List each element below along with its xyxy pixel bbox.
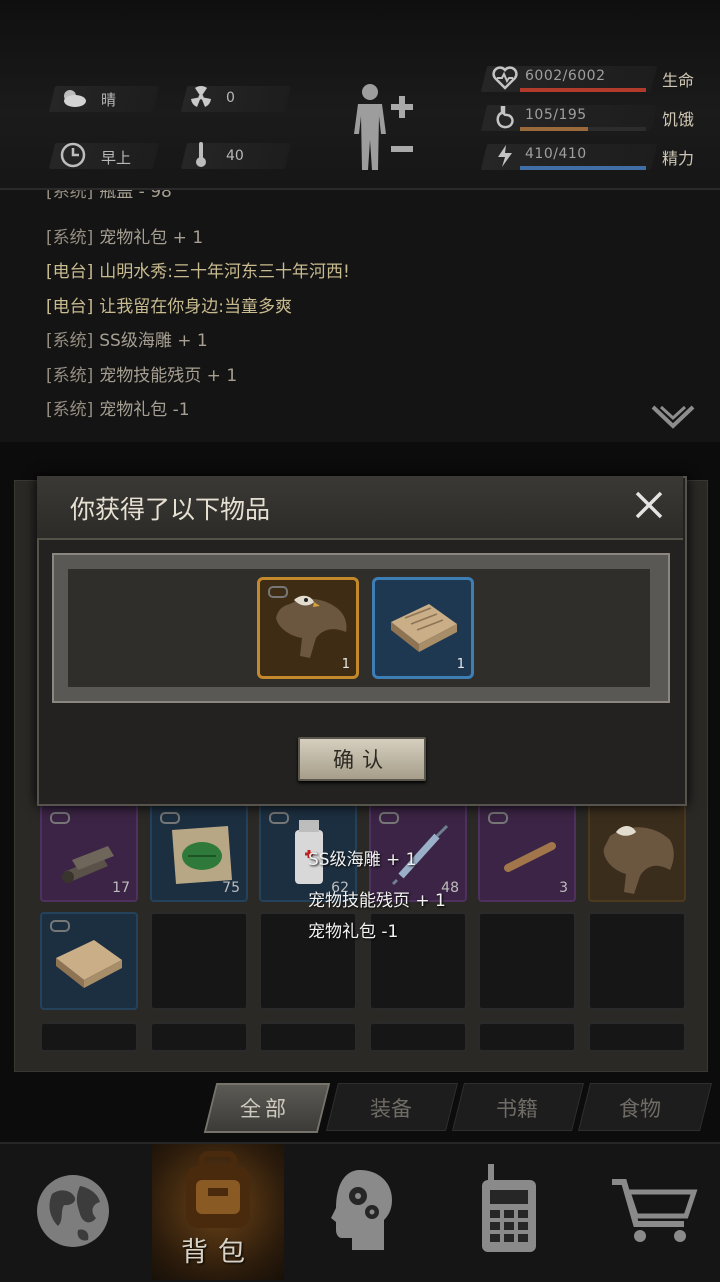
reward-item-count: 1 [456,657,465,672]
clock-icon [60,142,86,168]
log-text: 宠物技能残页 + 1 [99,365,238,386]
log-tag: [电台] [46,296,94,317]
inventory-slot-empty[interactable] [40,1022,138,1052]
floating-message: SS级海雕 + 1 [308,850,417,870]
tab-equipment-label: 装备 [370,1097,412,1121]
log-text: SS级海雕 + 1 [99,331,208,351]
inventory-slot[interactable]: 75 [150,804,248,902]
nav-backpack-label: 背包 [181,1237,255,1268]
plus-icon[interactable] [390,95,414,119]
slot-count: 3 [559,880,568,896]
log-tag: [系统] [46,365,94,386]
radiation-icon [191,86,211,107]
inventory-slot[interactable]: 3 [478,804,576,902]
log-tag: [系统] [46,400,94,420]
inventory-slot-empty[interactable] [150,1022,248,1052]
log-text: 让我留在你身边:当童多爽 [99,296,292,317]
globe-icon[interactable] [34,1172,112,1250]
reward-item-torn-page[interactable]: 1 [372,577,474,679]
inventory-slot-empty[interactable] [150,912,248,1010]
hunger-value: 105/195 [525,107,587,123]
time-text: 早上 [101,149,132,167]
inventory-slot-empty[interactable] [259,1022,357,1052]
link-icon [379,812,399,824]
hunger-bar [520,127,646,131]
tab-all-label: 全部 [240,1097,290,1121]
log-tag: [系统] [46,331,94,351]
eagle-icon [603,826,674,894]
inventory-slot-empty[interactable] [588,912,686,1010]
close-icon[interactable] [634,490,664,520]
inventory-slot-empty[interactable] [478,1022,576,1052]
log-line: [系统] SS级海雕 + 1 [46,324,208,358]
stomach-icon [496,106,514,129]
temperature-value: 40 [226,148,244,164]
radiation-value: 0 [226,90,235,106]
character-body-icon[interactable] [350,82,390,172]
log-line: [系统] 宠物礼包 -1 [46,393,190,427]
slot-count: 75 [222,880,240,896]
log-line: [系统] 宠物技能残页 + 1 [46,359,237,393]
inventory-slot-empty[interactable] [588,1022,686,1052]
reward-item-count: 1 [341,657,350,672]
link-icon [269,812,289,824]
health-label: 生命 [662,71,695,90]
reward-item-eagle[interactable]: 1 [257,577,359,679]
link-icon [160,812,180,824]
slot-count: 17 [112,880,130,896]
radio-device-icon[interactable] [478,1164,540,1254]
health-value: 6002/6002 [525,68,606,84]
log-text: 宠物礼包 + 1 [99,227,204,248]
inventory-slot[interactable] [588,804,686,902]
inventory-slot[interactable] [40,912,138,1010]
cloud-sun-icon [64,90,86,107]
reward-items-area [68,569,650,687]
health-bar [520,88,646,92]
log-line: [电台] 山明水秀:三十年河东三十年河西! [46,255,350,289]
hunger-label: 饥饿 [662,110,695,129]
inventory-slot-empty[interactable] [369,1022,467,1052]
log-line: [电台] 让我留在你身边:当童多爽 [46,290,292,324]
floating-message: 宠物礼包 -1 [308,922,399,942]
energy-label: 精力 [662,149,695,168]
log-tag: [系统] [46,227,94,248]
chevron-down-icon[interactable] [650,404,696,430]
energy-fist-icon [498,145,512,167]
thermometer-icon [196,142,206,167]
link-icon [50,812,70,824]
link-icon [488,812,508,824]
heart-pulse-icon [492,66,518,90]
health-bar-fill [520,88,646,92]
minus-icon[interactable] [390,145,414,153]
head-skills-icon[interactable] [330,1168,396,1252]
floating-message: 宠物技能残页 + 1 [308,891,446,911]
log-text: 山明水秀:三十年河东三十年河西! [99,262,350,282]
energy-bar-fill [520,166,646,170]
backpack-icon [186,1151,250,1228]
tab-food-label: 食物 [619,1097,661,1121]
weather-text: 晴 [101,91,117,109]
link-icon [50,920,70,932]
log-text: 宠物礼包 -1 [99,400,190,420]
reward-dialog-title: 你获得了以下物品 [70,495,271,524]
inventory-slot[interactable]: 17 [40,804,138,902]
inventory-slot-empty[interactable] [478,912,576,1010]
hunger-bar-fill [520,127,589,131]
energy-value: 410/410 [525,146,587,162]
energy-bar [520,166,646,170]
confirm-button-label: 确认 [333,748,391,772]
shopping-cart-icon[interactable] [610,1176,698,1246]
log-line: [系统] 宠物礼包 + 1 [46,221,203,255]
tab-books-label: 书籍 [496,1097,538,1121]
log-tag: [电台] [46,262,94,282]
